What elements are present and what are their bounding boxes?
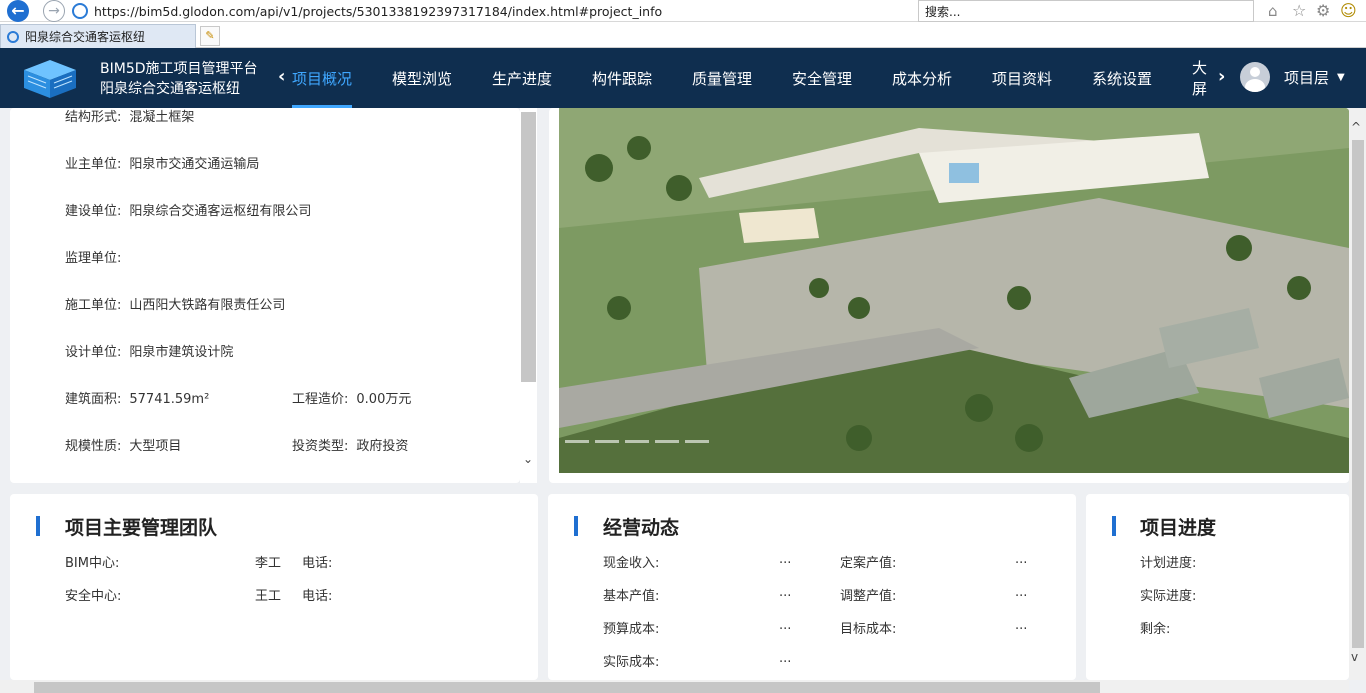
forward-arrow-icon: →	[43, 0, 65, 22]
title-accent-bar	[1112, 516, 1116, 536]
platform-name: BIM5D施工项目管理平台	[100, 61, 258, 77]
business-label-actual: 实际成本:	[603, 655, 660, 670]
management-team-card: 项目主要管理团队 BIM中心: 李工 电话: 安全中心: 王工 电话:	[10, 494, 538, 680]
feedback-smiley-icon[interactable]: ☺	[1340, 1, 1357, 20]
business-value-actual: ...	[779, 651, 792, 666]
business-value-base: ...	[779, 585, 792, 600]
info-designer: 设计单位: 阳泉市建筑设计院	[65, 345, 234, 360]
team-dept-1: BIM中心:	[65, 556, 120, 571]
chevron-left-icon[interactable]: ‹	[278, 66, 285, 87]
menu-item-cost[interactable]: 成本分析	[892, 48, 992, 108]
main-menu: 项目概况 模型浏览 生产进度 构件跟踪 质量管理 安全管理 成本分析 项目资料 …	[292, 48, 1220, 108]
business-value-target: ...	[1015, 618, 1028, 633]
avatar	[1240, 62, 1270, 92]
team-phone-1: 电话:	[302, 556, 333, 571]
business-value-final: ...	[1015, 552, 1028, 567]
user-menu[interactable]: 项目层 ▼	[1240, 62, 1345, 92]
team-phone-2: 电话:	[302, 589, 333, 604]
business-value-cash: ...	[779, 552, 792, 567]
business-label-budget: 预算成本:	[603, 622, 660, 637]
business-dynamics-card: 经营动态 现金收入: ... 定案产值: ... 基本产值: ... 调整产值:…	[548, 494, 1076, 680]
settings-gear-icon[interactable]: ⚙	[1316, 1, 1330, 20]
menu-item-quality[interactable]: 质量管理	[692, 48, 792, 108]
building-logo-icon	[24, 60, 76, 98]
favorites-star-icon[interactable]: ☆	[1292, 1, 1306, 20]
business-title: 经营动态	[603, 517, 680, 539]
aerial-rendering-image	[559, 108, 1349, 473]
menu-item-production[interactable]: 生产进度	[492, 48, 592, 108]
business-label-adjusted: 调整产值:	[840, 589, 897, 604]
caret-down-icon: ▼	[1337, 71, 1345, 83]
business-label-target: 目标成本:	[840, 622, 897, 637]
info-scale: 规模性质: 大型项目	[65, 439, 182, 454]
info-structure: 结构形式: 混凝土框架	[65, 110, 195, 125]
progress-actual: 实际进度:	[1140, 589, 1197, 604]
info-builder: 建设单位: 阳泉综合交通客运枢纽有限公司	[65, 204, 312, 219]
title-accent-bar	[574, 516, 578, 536]
progress-remaining: 剩余:	[1140, 622, 1171, 637]
menu-item-bigscreen[interactable]: 大屏	[1192, 48, 1220, 108]
progress-title: 项目进度	[1140, 517, 1217, 539]
chevron-down-icon[interactable]: ⌄	[519, 452, 537, 470]
project-progress-card: 项目进度 计划进度: 实际进度: 剩余:	[1086, 494, 1349, 680]
project-image-carousel[interactable]	[549, 108, 1349, 483]
browser-tab[interactable]: 阳泉综合交通客运枢纽	[0, 24, 196, 48]
team-title: 项目主要管理团队	[65, 517, 218, 539]
home-icon[interactable]: ⌂	[1268, 2, 1278, 20]
back-arrow-icon: ←	[7, 0, 29, 22]
team-dept-2: 安全中心:	[65, 589, 122, 604]
app-header: BIM5D施工项目管理平台 阳泉综合交通客运枢纽 ‹ 项目概况 模型浏览 生产进…	[0, 48, 1366, 108]
info-contractor: 施工单位: 山西阳大铁路有限责任公司	[65, 298, 286, 313]
project-name: 阳泉综合交通客运枢纽	[100, 81, 240, 97]
progress-plan: 计划进度:	[1140, 556, 1197, 571]
team-person-2: 王工	[255, 589, 282, 604]
scroll-up-arrow-icon[interactable]: ^	[1351, 120, 1361, 134]
forward-button[interactable]: →	[42, 0, 66, 22]
station-aerial-illustration	[559, 108, 1349, 473]
user-level-label: 项目层	[1284, 68, 1330, 87]
ie-tab-icon	[7, 30, 19, 43]
menu-item-overview[interactable]: 项目概况	[292, 48, 392, 108]
browser-toolbar: ← → https://bim5d.glodon.com/api/v1/proj…	[0, 0, 1366, 22]
back-button[interactable]: ←	[6, 0, 30, 22]
search-input[interactable]: 搜索...	[918, 0, 1254, 22]
ie-icon	[72, 3, 88, 19]
business-label-cash: 现金收入:	[603, 556, 660, 571]
info-area: 建筑面积: 57741.59m²	[65, 392, 210, 407]
menu-item-components[interactable]: 构件跟踪	[592, 48, 692, 108]
business-value-budget: ...	[779, 618, 792, 633]
new-tab-button[interactable]: ✎	[200, 26, 220, 46]
page-vertical-scrollbar-thumb[interactable]	[1352, 140, 1364, 648]
info-supervisor: 监理单位:	[65, 251, 122, 266]
menu-item-documents[interactable]: 项目资料	[992, 48, 1092, 108]
brand: BIM5D施工项目管理平台 阳泉综合交通客运枢纽	[100, 59, 258, 99]
info-owner: 业主单位: 阳泉市交通交通运输局	[65, 157, 260, 172]
business-label-base: 基本产值:	[603, 589, 660, 604]
page-horizontal-scrollbar-thumb[interactable]	[34, 682, 1100, 693]
info-scrollbar-thumb[interactable]	[521, 112, 536, 382]
address-bar[interactable]: https://bim5d.glodon.com/api/v1/projects…	[72, 0, 912, 22]
business-value-adjusted: ...	[1015, 585, 1028, 600]
chevron-right-icon[interactable]: ›	[1218, 66, 1225, 87]
info-cost: 工程造价: 0.00万元	[292, 392, 412, 407]
url-text: https://bim5d.glodon.com/api/v1/projects…	[94, 3, 663, 19]
menu-item-model[interactable]: 模型浏览	[392, 48, 492, 108]
info-investment: 投资类型: 政府投资	[292, 439, 409, 454]
team-person-1: 李工	[255, 556, 282, 571]
menu-item-settings[interactable]: 系统设置	[1092, 48, 1192, 108]
business-label-final: 定案产值:	[840, 556, 897, 571]
project-info-card: 结构形式: 混凝土框架 业主单位: 阳泉市交通交通运输局 建设单位: 阳泉综合交通客运…	[10, 108, 520, 483]
menu-item-safety[interactable]: 安全管理	[792, 48, 892, 108]
title-accent-bar	[36, 516, 40, 536]
scroll-down-arrow-icon[interactable]: v	[1351, 650, 1358, 664]
tab-strip: 阳泉综合交通客运枢纽 ✎	[0, 22, 1366, 48]
